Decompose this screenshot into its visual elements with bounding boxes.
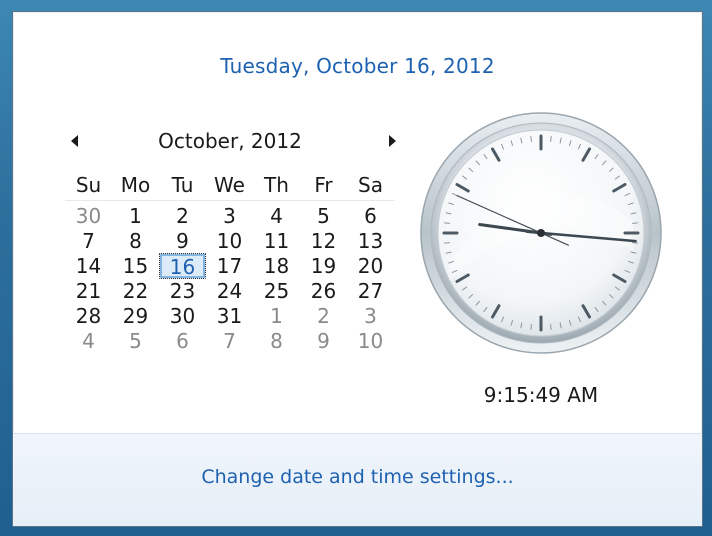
clock-center-cap <box>537 229 545 237</box>
minute-tick <box>631 222 638 224</box>
calendar-day[interactable]: 30 <box>65 203 112 229</box>
calendar-day[interactable]: 5 <box>112 328 159 354</box>
calendar-day[interactable]: 10 <box>347 328 394 354</box>
calendar-day[interactable]: 19 <box>300 253 347 279</box>
calendar-day[interactable]: 23 <box>159 278 206 304</box>
footer-panel: Change date and time settings... <box>13 433 702 526</box>
calendar-week-row: 4 5 6 7 8 9 10 <box>65 328 395 353</box>
month-title[interactable]: October, 2012 <box>115 129 345 153</box>
calendar-grid: Su Mo Tu We Th Fr Sa 30 1 2 3 4 5 6 7 8 9 10 11 12 13… <box>65 172 395 353</box>
calendar-day[interactable]: 3 <box>347 303 394 329</box>
calendar-day[interactable]: 1 <box>112 203 159 229</box>
analog-clock-face <box>420 112 662 354</box>
calendar-day[interactable]: 15 <box>112 253 159 279</box>
minute-tick <box>550 323 552 330</box>
calendar-day[interactable]: 30 <box>159 303 206 329</box>
calendar-day[interactable]: 7 <box>65 228 112 254</box>
calendar-day[interactable]: 11 <box>253 228 300 254</box>
calendar-day[interactable]: 6 <box>347 203 394 229</box>
calendar-week-row: 7 8 9 10 11 12 13 <box>65 228 395 253</box>
calendar-day[interactable]: 4 <box>65 328 112 354</box>
calendar-day[interactable]: 14 <box>65 253 112 279</box>
calendar-day[interactable]: 6 <box>159 328 206 354</box>
minute-tick <box>631 242 638 244</box>
calendar-day[interactable]: 26 <box>300 278 347 304</box>
calendar-day[interactable]: 4 <box>253 203 300 229</box>
calendar-day[interactable]: 20 <box>347 253 394 279</box>
calendar-week-row: 28 29 30 31 1 2 3 <box>65 303 395 328</box>
weekday-label: Sa <box>358 173 383 197</box>
previous-month-arrow-icon[interactable] <box>71 135 78 147</box>
weekday-label: Fr <box>314 173 333 197</box>
weekday-label: Th <box>264 173 289 197</box>
calendar-day[interactable]: 8 <box>253 328 300 354</box>
calendar-day[interactable]: 17 <box>206 253 253 279</box>
calendar-day[interactable]: 9 <box>300 328 347 354</box>
calendar-day[interactable]: 28 <box>65 303 112 329</box>
month-navigation: October, 2012 <box>65 129 396 159</box>
calendar-day[interactable]: 24 <box>206 278 253 304</box>
calendar-day[interactable]: 31 <box>206 303 253 329</box>
next-month-arrow-icon[interactable] <box>389 135 396 147</box>
calendar-day[interactable]: 9 <box>159 228 206 254</box>
weekday-label: Mo <box>120 173 151 197</box>
minute-tick <box>530 136 532 143</box>
calendar-week-row: 30 1 2 3 4 5 6 <box>65 203 395 228</box>
calendar-day[interactable]: 1 <box>253 303 300 329</box>
current-date-link[interactable]: Tuesday, October 16, 2012 <box>13 54 702 78</box>
date-time-flyout: Tuesday, October 16, 2012 October, 2012 … <box>12 11 703 527</box>
analog-clock <box>419 111 663 355</box>
calendar-day[interactable]: 3 <box>206 203 253 229</box>
weekday-label: Tu <box>171 173 194 197</box>
calendar-day[interactable]: 7 <box>206 328 253 354</box>
calendar-day[interactable]: 2 <box>159 203 206 229</box>
minute-tick <box>530 323 532 330</box>
calendar-week-row: 14 15 16 17 18 19 20 <box>65 253 395 279</box>
minute-tick <box>444 242 451 244</box>
calendar-week-row: 21 22 23 24 25 26 27 <box>65 278 395 303</box>
calendar-day[interactable]: 8 <box>112 228 159 254</box>
calendar-day[interactable]: 2 <box>300 303 347 329</box>
calendar-days: 30 1 2 3 4 5 6 7 8 9 10 11 12 13 14 15 16 17 18 19 20 21 22 23 2… <box>65 203 395 353</box>
weekday-label: Su <box>75 173 102 197</box>
calendar-day[interactable]: 21 <box>65 278 112 304</box>
calendar-day[interactable]: 12 <box>300 228 347 254</box>
calendar-day[interactable]: 29 <box>112 303 159 329</box>
digital-time: 9:15:49 AM <box>483 383 599 407</box>
calendar-day[interactable]: 5 <box>300 203 347 229</box>
weekday-header-row: Su Mo Tu We Th Fr Sa <box>65 172 395 201</box>
calendar-day[interactable]: 25 <box>253 278 300 304</box>
minute-tick <box>550 136 552 143</box>
calendar-day[interactable]: 10 <box>206 228 253 254</box>
calendar-day[interactable]: 13 <box>347 228 394 254</box>
calendar-day-today[interactable]: 16 <box>159 253 206 279</box>
calendar-day[interactable]: 22 <box>112 278 159 304</box>
change-date-time-settings-link[interactable]: Change date and time settings... <box>13 466 702 488</box>
weekday-label: We <box>214 173 245 197</box>
calendar-day[interactable]: 18 <box>253 253 300 279</box>
calendar-day[interactable]: 27 <box>347 278 394 304</box>
minute-tick <box>444 222 451 224</box>
